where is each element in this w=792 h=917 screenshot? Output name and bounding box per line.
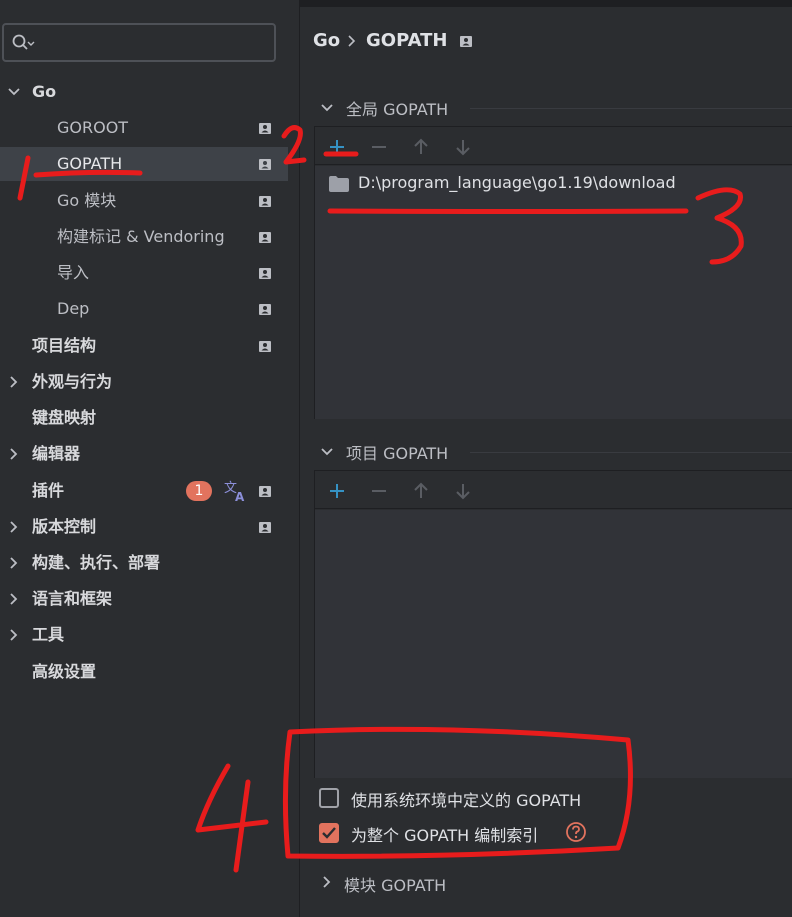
section-title: 项目 GOPATH [346, 444, 449, 463]
sidebar-item-label: Dep [57, 299, 90, 318]
chevron-right-icon [323, 876, 331, 888]
chevron-right-icon[interactable] [7, 365, 21, 399]
sidebar-item-label: 高级设置 [32, 662, 97, 681]
sidebar-item-goroot[interactable]: GOROOT [0, 111, 288, 145]
move-up-button[interactable] [409, 135, 433, 159]
project-gopath-list [315, 510, 792, 778]
section-divider [470, 452, 792, 453]
chevron-right-icon[interactable] [7, 618, 21, 652]
sidebar-item-label: Go 模块 [57, 191, 117, 210]
sidebar-item-label: GOPATH [57, 154, 123, 173]
svg-text:A: A [235, 490, 245, 503]
move-down-button[interactable] [451, 479, 475, 503]
search-input[interactable] [2, 23, 276, 62]
sidebar-item-tools[interactable]: 工具 [0, 618, 288, 652]
sidebar-item-gopath[interactable]: GOPATH [0, 147, 288, 181]
arrow-down-icon [456, 140, 470, 156]
project-level-icon [259, 486, 271, 497]
arrow-up-icon [414, 482, 428, 498]
gopath-entry: D:\program_language\go1.19\download [358, 173, 676, 192]
sidebar-item-label: 项目结构 [32, 336, 97, 355]
add-button[interactable] [325, 479, 349, 503]
project-level-icon [259, 232, 271, 243]
plugin-update-badge: 1 [186, 481, 212, 501]
sidebar-item-imports[interactable]: 导入 [0, 256, 288, 290]
translate-icon: 文 A [224, 481, 245, 503]
project-level-icon [259, 341, 271, 352]
chevron-down-icon[interactable] [7, 75, 21, 109]
sidebar-item-keymap[interactable]: 键盘映射 [0, 401, 288, 435]
chevron-right-icon[interactable] [7, 437, 21, 471]
sidebar-item-dep[interactable]: Dep [0, 292, 288, 326]
global-gopath-toolbar [315, 127, 792, 165]
chevron-down-icon [321, 448, 333, 456]
project-level-icon [259, 123, 271, 134]
project-level-icon [259, 159, 271, 170]
breadcrumb-parent[interactable]: Go [313, 30, 340, 51]
sidebar-item-label: 导入 [57, 263, 90, 282]
project-gopath-panel [314, 470, 792, 778]
sidebar-item-label: GOROOT [57, 118, 129, 137]
settings-sidebar: Go GOROOT GOPATH Go 模块 构建标记 & Vendoring … [0, 0, 300, 917]
sidebar-item-label: 工具 [32, 625, 65, 644]
minus-icon [372, 146, 386, 148]
section-divider [470, 108, 792, 109]
sidebar-item-build-tags[interactable]: 构建标记 & Vendoring [0, 220, 288, 254]
sidebar-item-label: 插件 [32, 481, 65, 500]
sidebar-item-project-structure[interactable]: 项目结构 [0, 329, 288, 363]
global-gopath-list: D:\program_language\go1.19\download [315, 166, 792, 419]
sidebar-item-editor[interactable]: 编辑器 [0, 437, 288, 471]
minus-icon [372, 490, 386, 492]
checkbox-label: 为整个 GOPATH 编制索引 [351, 826, 539, 845]
page-title: GOPATH [366, 30, 448, 51]
sidebar-item-build-execution-deployment[interactable]: 构建、执行、部署 [0, 546, 288, 580]
sidebar-item-label: 键盘映射 [32, 408, 97, 427]
chevron-right-icon [348, 35, 356, 47]
use-system-gopath-checkbox[interactable] [319, 788, 339, 808]
project-level-icon [259, 268, 271, 279]
sidebar-item-label: 语言和框架 [32, 589, 113, 608]
move-down-button[interactable] [451, 135, 475, 159]
sidebar-item-plugins[interactable]: 插件 1 文 A [0, 474, 288, 508]
project-level-icon [259, 196, 271, 207]
list-item[interactable]: D:\program_language\go1.19\download [315, 169, 792, 199]
sidebar-item-label: 构建标记 & Vendoring [57, 227, 225, 246]
search-icon [12, 34, 35, 50]
plus-icon [330, 140, 344, 154]
sidebar-item-label: 编辑器 [32, 444, 81, 463]
help-icon[interactable] [565, 821, 587, 843]
sidebar-item-label: Go [32, 82, 57, 101]
checkbox-label: 使用系统环境中定义的 GOPATH [351, 791, 582, 810]
arrow-down-icon [456, 484, 470, 500]
folder-icon [329, 176, 349, 192]
sidebar-item-appearance[interactable]: 外观与行为 [0, 365, 288, 399]
project-gopath-toolbar [315, 471, 792, 509]
chevron-right-icon[interactable] [7, 582, 21, 616]
sidebar-item-advanced-settings[interactable]: 高级设置 [0, 655, 288, 689]
add-button[interactable] [325, 135, 349, 159]
arrow-up-icon [414, 138, 428, 154]
chevron-down-icon [321, 104, 333, 112]
sidebar-item-label: 外观与行为 [32, 372, 113, 391]
chevron-right-icon[interactable] [7, 510, 21, 544]
sidebar-item-version-control[interactable]: 版本控制 [0, 510, 288, 544]
section-title: 全局 GOPATH [346, 100, 449, 119]
checkmark-icon [322, 827, 336, 839]
global-gopath-panel: D:\program_language\go1.19\download [314, 126, 792, 419]
sidebar-item-languages-frameworks[interactable]: 语言和框架 [0, 582, 288, 616]
remove-button[interactable] [367, 479, 391, 503]
chevron-right-icon[interactable] [7, 546, 21, 580]
section-title: 模块 GOPATH [344, 876, 447, 895]
sidebar-item-label: 构建、执行、部署 [32, 553, 161, 572]
plus-icon [330, 484, 344, 498]
move-up-button[interactable] [409, 479, 433, 503]
sidebar-item-go[interactable]: Go [0, 75, 288, 109]
project-level-icon [460, 36, 472, 47]
project-level-icon [259, 304, 271, 315]
sidebar-item-go-modules[interactable]: Go 模块 [0, 184, 288, 218]
remove-button[interactable] [367, 135, 391, 159]
index-entire-gopath-checkbox[interactable] [319, 823, 339, 843]
sidebar-item-label: 版本控制 [32, 517, 97, 536]
project-level-icon [259, 522, 271, 533]
